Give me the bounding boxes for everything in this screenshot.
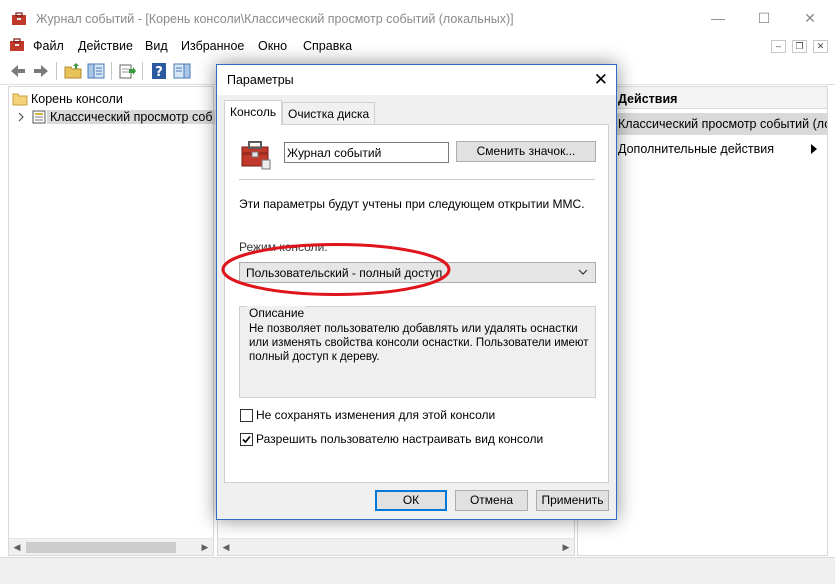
menu-view[interactable]: Вид [145, 39, 168, 53]
description-legend: Описание [247, 306, 307, 320]
help-button[interactable]: ? [149, 61, 169, 81]
description-groupbox: Описание Не позволяет пользователю добав… [239, 306, 596, 398]
minimize-button[interactable]: — [695, 0, 741, 36]
show-hide-tree-icon [87, 63, 105, 79]
console-name-field[interactable]: Журнал событий [284, 142, 449, 163]
dialog-close-icon[interactable]: ✕ [594, 70, 608, 90]
status-bar [0, 557, 835, 584]
event-log-icon [32, 110, 46, 124]
close-button[interactable]: ✕ [787, 0, 833, 36]
chevron-down-icon [578, 269, 588, 275]
horizontal-scrollbar[interactable]: ◀ ▶ [218, 538, 574, 555]
cancel-button[interactable]: Отмена [455, 490, 528, 511]
ok-button[interactable]: ОК [375, 490, 447, 511]
up-button[interactable] [63, 61, 83, 81]
submenu-arrow-icon [811, 144, 817, 154]
tab-console[interactable]: Консоль [224, 100, 283, 125]
chevron-right-icon[interactable] [16, 112, 26, 122]
toolbar-separator [142, 62, 143, 80]
minimize-icon: — [711, 10, 725, 26]
inner-restore-icon: ❐ [795, 41, 804, 51]
checkmark-icon [242, 435, 251, 444]
help-icon: ? [152, 63, 166, 79]
toolbar-separator [56, 62, 57, 80]
divider [239, 179, 595, 180]
scroll-right-icon[interactable]: ▶ [199, 542, 211, 553]
console-tree-pane: Корень консоли Классический просмотр соб… [8, 86, 216, 556]
show-hide-action-pane-button[interactable] [172, 61, 192, 81]
menu-favorites[interactable]: Избранное [181, 39, 244, 53]
menu-file[interactable]: Файл [33, 39, 64, 53]
info-text: Эти параметры будут учтены при следующем… [239, 197, 585, 211]
event-viewer-app-icon [12, 12, 26, 25]
svg-text:?: ? [155, 65, 163, 79]
inner-minimize-button[interactable]: – [771, 40, 786, 53]
tree-item-label: Классический просмотр соб [47, 110, 216, 124]
inner-minimize-icon: – [775, 41, 781, 51]
menu-help[interactable]: Справка [303, 39, 352, 53]
inner-close-button[interactable]: ✕ [813, 40, 828, 53]
tree-item-classic-event-viewer[interactable]: Классический просмотр соб [16, 108, 216, 126]
console-menu-icon[interactable] [9, 38, 25, 52]
toolbar-separator [111, 62, 112, 80]
allow-customize-view-label[interactable]: Разрешить пользователю настраивать вид к… [256, 432, 543, 446]
change-icon-button[interactable]: Сменить значок... [456, 141, 596, 162]
red-highlight-ellipse [221, 243, 451, 296]
maximize-button[interactable]: ☐ [741, 0, 787, 36]
inner-close-icon: ✕ [816, 41, 825, 51]
scrollbar-thumb[interactable] [26, 542, 176, 553]
menu-window[interactable]: Окно [258, 39, 287, 53]
up-folder-icon [64, 63, 82, 79]
horizontal-scrollbar[interactable]: ◀ ▶ [9, 538, 213, 555]
tab-disk-cleanup[interactable]: Очистка диска [282, 102, 376, 124]
tree-item-console-root[interactable]: Корень консоли [12, 90, 126, 108]
console-icon [241, 141, 271, 170]
dont-save-changes-label[interactable]: Не сохранять изменения для этой консоли [256, 408, 495, 422]
export-icon [119, 64, 136, 79]
close-icon: ✕ [804, 9, 816, 26]
menu-action[interactable]: Действие [78, 39, 133, 53]
show-hide-tree-button[interactable] [86, 61, 106, 81]
dont-save-changes-checkbox[interactable] [240, 409, 253, 422]
dialog-title-bar: Параметры ✕ [217, 65, 616, 95]
description-text: Не позволяет пользователю добавлять или … [249, 323, 589, 363]
folder-icon [12, 93, 28, 106]
dialog-title: Параметры [227, 73, 294, 87]
back-icon [11, 65, 25, 77]
scroll-left-icon[interactable]: ◀ [11, 542, 23, 553]
forward-icon [34, 65, 48, 77]
tab-panel-console [224, 124, 609, 483]
show-hide-action-pane-icon [173, 63, 191, 79]
actions-more-label: Дополнительные действия [618, 142, 775, 156]
parameters-dialog: Параметры ✕ Консоль Очистка диска Журнал… [216, 64, 617, 520]
forward-button[interactable] [31, 61, 51, 81]
inner-restore-button[interactable]: ❐ [792, 40, 807, 53]
back-button[interactable] [8, 61, 28, 81]
maximize-icon: ☐ [757, 9, 771, 26]
tree-item-label: Корень консоли [31, 92, 123, 106]
menu-bar: Файл Действие Вид Избранное Окно Справка [0, 36, 835, 56]
export-list-button[interactable] [118, 61, 138, 81]
scroll-right-icon[interactable]: ▶ [560, 542, 572, 553]
apply-button[interactable]: Применить [536, 490, 609, 511]
title-bar: Журнал событий - [Корень консоли\Классич… [0, 0, 835, 36]
allow-customize-view-checkbox[interactable] [240, 433, 253, 446]
scroll-left-icon[interactable]: ◀ [220, 542, 232, 553]
window-title: Журнал событий - [Корень консоли\Классич… [36, 12, 514, 26]
